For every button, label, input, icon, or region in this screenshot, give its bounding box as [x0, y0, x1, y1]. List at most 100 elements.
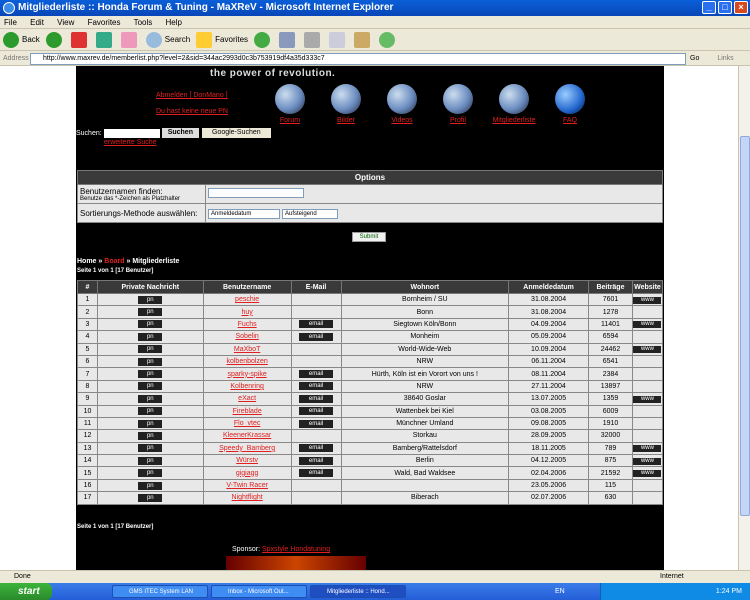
- username-link[interactable]: kolbenbolzen: [226, 358, 267, 365]
- email-button[interactable]: email: [299, 407, 334, 416]
- username-link[interactable]: huy: [241, 309, 252, 316]
- menu-tools[interactable]: Tools: [134, 18, 153, 27]
- pm-button[interactable]: pn: [138, 493, 163, 502]
- go-button[interactable]: Go: [690, 55, 699, 62]
- refresh-button[interactable]: [95, 31, 115, 48]
- nav-bilder[interactable]: Bilder: [318, 84, 374, 124]
- task-outlook[interactable]: Inbox - Microsoft Out...: [211, 585, 307, 598]
- menu-favorites[interactable]: Favorites: [88, 18, 121, 27]
- website-button[interactable]: www: [633, 470, 662, 478]
- pm-button[interactable]: pn: [138, 332, 163, 341]
- menu-help[interactable]: Help: [166, 18, 182, 27]
- email-button[interactable]: email: [299, 320, 334, 329]
- home-button[interactable]: [120, 31, 140, 48]
- nav-mitgliederliste[interactable]: Mitgliederliste: [486, 84, 542, 124]
- email-button[interactable]: email: [299, 419, 334, 428]
- forward-button[interactable]: [45, 31, 65, 48]
- sponsor-banner[interactable]: [226, 556, 366, 570]
- order-select[interactable]: Aufsteigend: [282, 208, 338, 219]
- search-input[interactable]: [103, 128, 160, 138]
- username-link[interactable]: gigiagg: [236, 470, 259, 477]
- website-button[interactable]: www: [633, 457, 662, 465]
- messenger-button[interactable]: [379, 31, 398, 48]
- discuss-button[interactable]: [354, 31, 373, 48]
- pm-button[interactable]: pn: [138, 370, 163, 379]
- email-button[interactable]: email: [299, 456, 334, 465]
- edit-button[interactable]: [329, 31, 348, 48]
- email-button[interactable]: email: [299, 444, 334, 453]
- website-button[interactable]: www: [633, 395, 662, 403]
- task-ie[interactable]: Mitgliederliste :: Hond...: [310, 585, 406, 598]
- nav-profil[interactable]: Profil: [430, 84, 486, 124]
- email-button[interactable]: email: [299, 332, 334, 341]
- pm-button[interactable]: pn: [138, 481, 163, 490]
- username-link[interactable]: Fireblade: [233, 408, 262, 415]
- breadcrumb-home[interactable]: Home: [77, 258, 96, 265]
- search-button[interactable]: Search: [145, 31, 190, 48]
- history-button[interactable]: [254, 31, 273, 48]
- pm-button[interactable]: pn: [138, 357, 163, 366]
- pm-button[interactable]: pn: [138, 456, 163, 465]
- minimize-button[interactable]: _: [702, 1, 716, 14]
- nav-forum[interactable]: Forum: [262, 84, 318, 124]
- email-button[interactable]: email: [299, 382, 334, 391]
- username-link[interactable]: KleenerKrassar: [223, 432, 271, 439]
- logout-link[interactable]: Abmelden [ DonMano ]: [156, 92, 228, 99]
- pm-button[interactable]: pn: [138, 345, 163, 354]
- menu-view[interactable]: View: [57, 18, 74, 27]
- website-button[interactable]: www: [633, 346, 662, 354]
- username-link[interactable]: Kolbenring: [230, 383, 263, 390]
- pm-button[interactable]: pn: [138, 419, 163, 428]
- nav-videos[interactable]: Videos: [374, 84, 430, 124]
- website-button[interactable]: www: [633, 321, 662, 329]
- breadcrumb-board[interactable]: Board: [104, 258, 124, 265]
- maximize-button[interactable]: □: [718, 1, 732, 14]
- sort-select[interactable]: Anmeldedatum: [208, 208, 280, 219]
- scrollbar-thumb[interactable]: [740, 136, 750, 516]
- submit-button[interactable]: Submit: [352, 232, 386, 242]
- username-link[interactable]: Sobelin: [235, 333, 258, 340]
- username-link[interactable]: V-Twin Racer: [226, 482, 268, 489]
- website-button[interactable]: www: [633, 296, 662, 304]
- pm-link[interactable]: Du hast keine neue PN: [156, 108, 228, 115]
- extended-search-link[interactable]: erweiterte Suche: [104, 139, 157, 146]
- pm-button[interactable]: pn: [138, 382, 163, 391]
- website-button[interactable]: www: [633, 445, 662, 453]
- menu-edit[interactable]: Edit: [30, 18, 44, 27]
- sponsor-link[interactable]: Spxstyle Hondatuning: [262, 546, 330, 553]
- task-gms[interactable]: GMS ITEC System LAN: [112, 585, 208, 598]
- pm-button[interactable]: pn: [138, 431, 163, 440]
- username-link[interactable]: peschie: [235, 296, 259, 303]
- links-label[interactable]: Links: [717, 55, 733, 62]
- print-button[interactable]: [304, 31, 323, 48]
- language-indicator[interactable]: EN: [555, 583, 565, 600]
- pm-button[interactable]: pn: [138, 320, 163, 329]
- close-button[interactable]: ×: [734, 1, 748, 14]
- find-user-input[interactable]: [208, 188, 304, 198]
- username-link[interactable]: eXact: [238, 395, 256, 402]
- favorites-button[interactable]: Favorites: [196, 31, 248, 48]
- pm-button[interactable]: pn: [138, 444, 163, 453]
- username-link[interactable]: Flo_vtec: [234, 420, 260, 427]
- vertical-scrollbar[interactable]: [738, 66, 750, 570]
- pm-button[interactable]: pn: [138, 469, 163, 478]
- username-link[interactable]: MaXboT: [234, 346, 260, 353]
- pm-button[interactable]: pn: [138, 407, 163, 416]
- search-button[interactable]: Suchen: [161, 128, 199, 138]
- username-link[interactable]: Speedy_Bamberg: [219, 445, 275, 452]
- mail-button[interactable]: [279, 31, 298, 48]
- nav-faq[interactable]: FAQ: [542, 84, 598, 124]
- menu-file[interactable]: File: [4, 18, 17, 27]
- pm-button[interactable]: pn: [138, 394, 163, 403]
- pm-button[interactable]: pn: [138, 295, 163, 304]
- google-search-button[interactable]: Google-Suchen: [201, 128, 271, 138]
- email-button[interactable]: email: [299, 370, 334, 379]
- username-link[interactable]: sparky-spike: [227, 371, 266, 378]
- username-link[interactable]: Nightflight: [232, 494, 263, 501]
- stop-button[interactable]: [70, 31, 90, 48]
- start-button[interactable]: start: [0, 583, 52, 600]
- back-button[interactable]: Back: [3, 31, 40, 48]
- email-button[interactable]: email: [299, 394, 334, 403]
- username-link[interactable]: Fuchs: [238, 321, 257, 328]
- username-link[interactable]: Würstv: [236, 457, 258, 464]
